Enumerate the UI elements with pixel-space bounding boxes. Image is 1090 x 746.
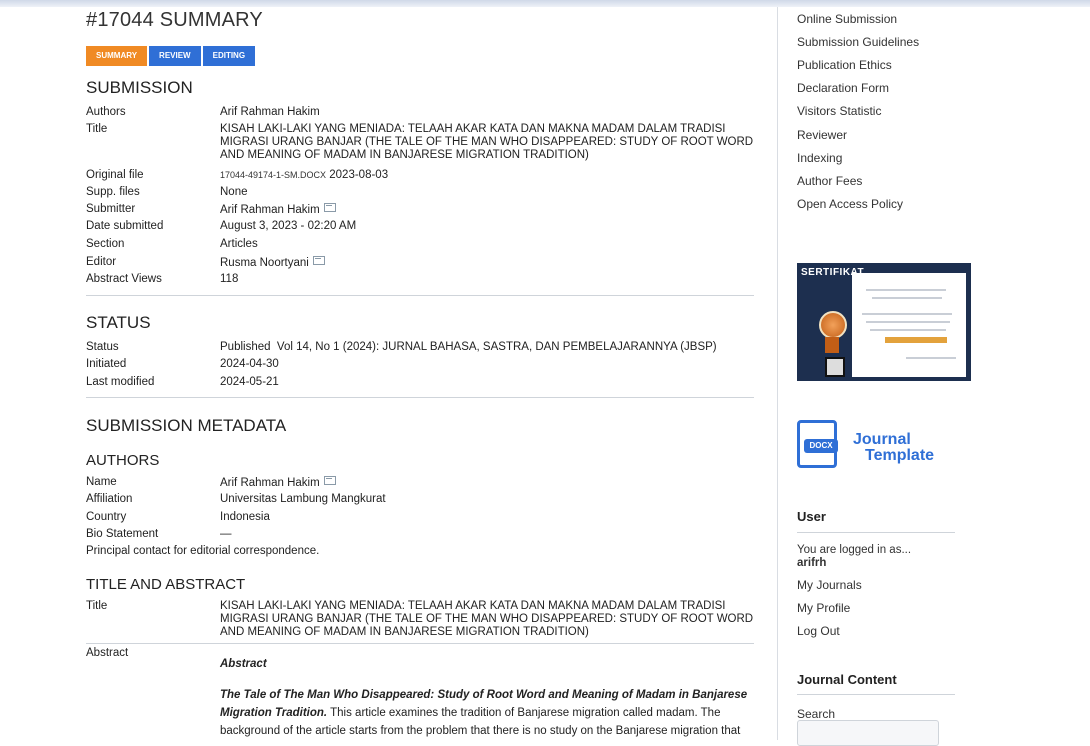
divider: [86, 397, 754, 398]
certificate-text-line: [870, 329, 946, 331]
sidebar-link-declaration-form[interactable]: Declaration Form: [797, 81, 889, 95]
date-submitted-value: August 3, 2023 - 02:20 AM: [220, 220, 357, 232]
issue-text: Vol 14, No 1 (2024): JURNAL BAHASA, SAST…: [276, 341, 717, 353]
sidebar-link-author-fees[interactable]: Author Fees: [797, 174, 862, 188]
tab-summary[interactable]: SUMMARY: [86, 46, 148, 66]
affiliation-label: Affiliation: [86, 493, 133, 505]
page-title: #17044 SUMMARY: [86, 9, 263, 31]
authors-value: Arif Rahman Hakim: [220, 106, 320, 118]
metadata-heading: SUBMISSION METADATA: [86, 416, 287, 435]
supp-files-label: Supp. files: [86, 186, 140, 198]
abstract-views-value: 118: [220, 273, 239, 285]
qr-code-icon: [825, 357, 845, 377]
principal-contact: Principal contact for editorial correspo…: [86, 545, 320, 557]
initiated-value: 2024-04-30: [220, 358, 279, 370]
certificate-text-line: [872, 297, 942, 299]
divider: [86, 643, 754, 644]
submitter-name: Arif Rahman Hakim: [220, 204, 320, 216]
abstract-body: The Tale of The Man Who Disappeared: Stu…: [220, 686, 760, 740]
original-file-label: Original file: [86, 169, 144, 181]
ribbon-icon: [825, 337, 839, 353]
sidebar-link-reviewer[interactable]: Reviewer: [797, 128, 847, 142]
tab-bar: SUMMARY REVIEW EDITING: [86, 46, 256, 66]
bio-value: —: [220, 528, 232, 540]
certificate-text-line: [866, 321, 950, 323]
sidebar-link-log-out[interactable]: Log Out: [797, 624, 840, 638]
certificate-paper: [852, 273, 966, 377]
sidebar-link-open-access-policy[interactable]: Open Access Policy: [797, 197, 903, 211]
title-value: KISAH LAKI-LAKI YANG MENIADA: TELAAH AKA…: [220, 123, 754, 161]
last-modified-label: Last modified: [86, 376, 155, 388]
medal-icon: [819, 311, 847, 339]
status-text: Published: [220, 341, 271, 353]
authors-label: Authors: [86, 106, 126, 118]
submission-heading: SUBMISSION: [86, 78, 193, 97]
journal-content-heading: Journal Content: [797, 672, 897, 687]
last-modified-value: 2024-05-21: [220, 376, 279, 388]
username: arifrh: [797, 557, 827, 569]
certificate-gold-band: [885, 337, 947, 343]
certificate-text-line: [906, 357, 956, 359]
email-icon[interactable]: [323, 476, 336, 485]
divider: [86, 295, 754, 296]
status-label: Status: [86, 341, 119, 353]
sidebar-link-indexing[interactable]: Indexing: [797, 151, 842, 165]
original-file-date: 2023-08-03: [329, 169, 389, 181]
email-icon[interactable]: [312, 256, 325, 265]
search-input[interactable]: [797, 720, 939, 746]
ta-title-label: Title: [86, 600, 108, 612]
sidebar-link-online-submission[interactable]: Online Submission: [797, 12, 897, 26]
sidebar-link-my-journals[interactable]: My Journals: [797, 578, 862, 592]
abstract-heading: Abstract: [220, 658, 267, 670]
original-file-value: 17044-49174-1-SM.DOCX 2023-08-03: [220, 169, 756, 182]
certificate-image[interactable]: SERTIFIKAT: [797, 263, 971, 381]
sidebar-link-submission-guidelines[interactable]: Submission Guidelines: [797, 35, 919, 49]
editor-label: Editor: [86, 256, 117, 268]
submitter-value: Arif Rahman Hakim: [220, 203, 756, 217]
divider: [797, 694, 955, 695]
section-value: Articles: [220, 238, 258, 250]
docx-label: DOCX: [804, 439, 838, 453]
certificate-text-line: [862, 313, 952, 315]
logged-in-text: You are logged in as...: [797, 544, 912, 556]
journal-template-line2[interactable]: Template: [865, 447, 934, 465]
country-label: Country: [86, 511, 127, 523]
name-value: Arif Rahman Hakim: [220, 476, 756, 490]
country-value: Indonesia: [220, 511, 270, 523]
original-file-link[interactable]: 17044-49174-1-SM.DOCX: [220, 170, 326, 180]
abstract-label: Abstract: [86, 647, 129, 659]
docx-file-icon[interactable]: DOCX: [797, 420, 838, 468]
editor-name: Rusma Noortyani: [220, 257, 309, 269]
email-icon[interactable]: [323, 203, 336, 212]
submitter-label: Submitter: [86, 203, 136, 215]
user-heading: User: [797, 509, 826, 524]
date-submitted-label: Date submitted: [86, 220, 164, 232]
author-name: Arif Rahman Hakim: [220, 477, 320, 489]
certificate-text-line: [866, 289, 946, 291]
supp-files-value: None: [220, 186, 248, 198]
search-label: Search: [797, 707, 836, 721]
status-heading: STATUS: [86, 313, 151, 332]
tab-review[interactable]: REVIEW: [149, 46, 201, 66]
sidebar-divider: [777, 7, 778, 740]
sidebar-link-my-profile[interactable]: My Profile: [797, 601, 850, 615]
divider: [797, 532, 955, 533]
status-value: Published Vol 14, No 1 (2024): JURNAL BA…: [220, 341, 756, 354]
name-label: Name: [86, 476, 117, 488]
editor-value: Rusma Noortyani: [220, 256, 756, 270]
sidebar-link-publication-ethics[interactable]: Publication Ethics: [797, 58, 892, 72]
abstract-views-label: Abstract Views: [86, 273, 162, 285]
authors-heading: AUTHORS: [86, 452, 160, 469]
title-label: Title: [86, 123, 108, 135]
initiated-label: Initiated: [86, 358, 127, 370]
sidebar-link-visitors-statistic[interactable]: Visitors Statistic: [797, 104, 881, 118]
affiliation-value: Universitas Lambung Mangkurat: [220, 493, 386, 505]
tab-editing[interactable]: EDITING: [202, 46, 256, 66]
top-bar: [0, 0, 1090, 7]
ta-title-value: KISAH LAKI-LAKI YANG MENIADA: TELAAH AKA…: [220, 600, 754, 638]
bio-label: Bio Statement: [86, 528, 159, 540]
title-abstract-heading: TITLE AND ABSTRACT: [86, 576, 246, 593]
section-label: Section: [86, 238, 125, 250]
